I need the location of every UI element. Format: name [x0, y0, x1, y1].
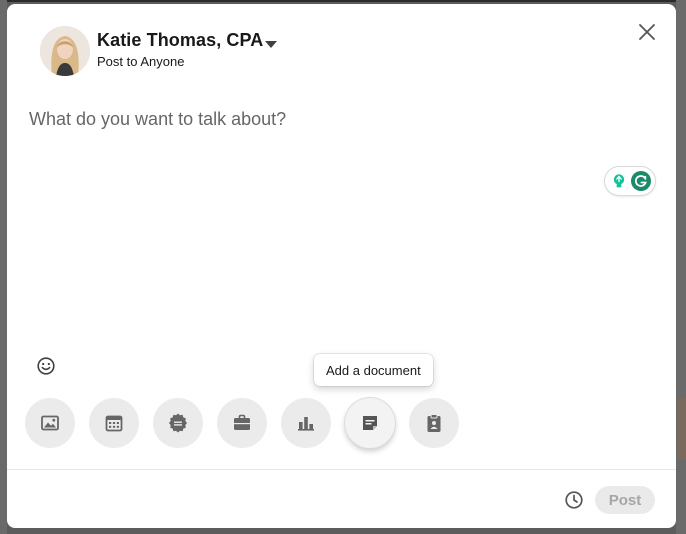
share-job-button[interactable] — [217, 398, 267, 448]
photo-icon — [41, 415, 59, 431]
background-top-bar — [0, 0, 686, 2]
avatar — [40, 26, 90, 76]
create-poll-button[interactable] — [281, 398, 331, 448]
create-event-button[interactable] — [89, 398, 139, 448]
clock-icon — [565, 491, 583, 509]
close-icon — [639, 24, 655, 40]
close-button[interactable] — [633, 18, 661, 46]
briefcase-icon — [234, 414, 250, 430]
find-expert-button[interactable] — [409, 398, 459, 448]
add-document-tooltip: Add a document — [314, 354, 433, 386]
author-name[interactable]: Katie Thomas, CPA — [97, 30, 263, 51]
add-photo-button[interactable] — [25, 398, 75, 448]
chevron-down-icon[interactable] — [264, 37, 278, 48]
emoji-icon[interactable] — [35, 355, 57, 377]
lightbulb-icon[interactable] — [609, 171, 629, 191]
calendar-icon — [105, 415, 123, 432]
grammarly-logo-icon[interactable] — [631, 171, 651, 191]
document-icon — [363, 416, 377, 430]
add-document-button[interactable] — [345, 398, 395, 448]
background-thumbnail — [677, 398, 686, 460]
poll-icon — [298, 417, 314, 431]
celebrate-badge-icon — [169, 413, 187, 433]
background-left-strip — [0, 0, 7, 534]
celebrate-occasion-button[interactable] — [153, 398, 203, 448]
post-button[interactable]: Post — [595, 486, 655, 514]
footer-divider — [7, 469, 676, 470]
clipboard-icon — [427, 414, 441, 432]
post-visibility-label[interactable]: Post to Anyone — [97, 54, 184, 69]
grammarly-widget[interactable] — [605, 167, 655, 195]
create-post-modal: Katie Thomas, CPA Post to Anyone What do… — [7, 4, 676, 528]
post-text-editor[interactable]: What do you want to talk about? — [29, 109, 286, 130]
schedule-post-button[interactable] — [562, 488, 586, 512]
